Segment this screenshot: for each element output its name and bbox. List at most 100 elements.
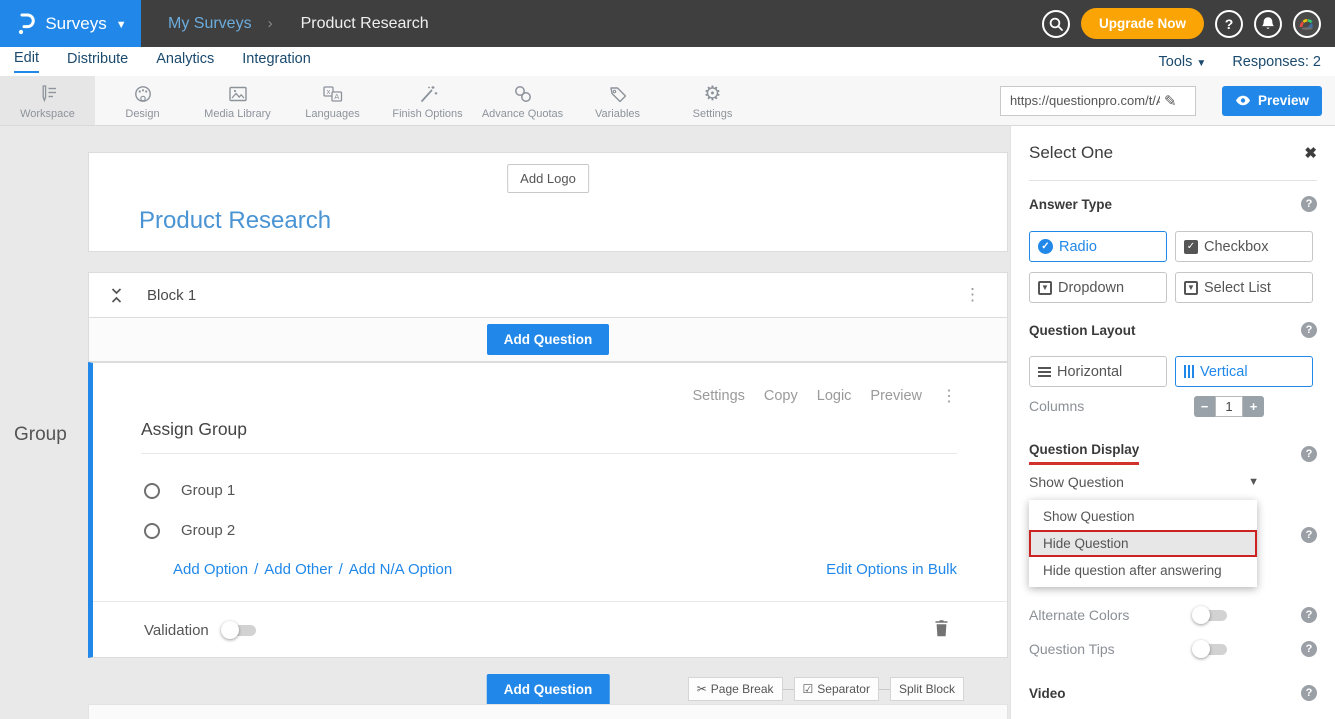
group-side-label: Group [14,424,67,446]
toolbar-item-languages[interactable]: xA Languages [285,76,380,125]
toolbar-label: Design [125,108,159,120]
help-icon[interactable]: ? [1301,607,1317,623]
question-settings-panel: Select One ✖ Answer Type ? ✓ Radio ✓ Che… [1010,126,1335,719]
tab-distribute[interactable]: Distribute [67,51,128,72]
answer-type-checkbox[interactable]: ✓ Checkbox [1175,231,1313,262]
question-settings-link[interactable]: Settings [692,388,744,404]
question-tips-toggle[interactable] [1192,640,1228,658]
help-icon[interactable]: ? [1301,196,1317,212]
edit-options-bulk-link[interactable]: Edit Options in Bulk [826,561,957,578]
close-icon[interactable]: ✖ [1304,144,1317,162]
answer-type-select-list[interactable]: ▼ Select List [1175,272,1313,303]
separator-button[interactable]: ☑ Separator [794,677,879,701]
answer-type-option-label: Checkbox [1204,239,1268,255]
question-display-select[interactable]: Show Question ▼ [1029,474,1259,490]
svg-text:x: x [326,87,330,96]
product-switcher[interactable]: Surveys ▼ [0,0,141,47]
edit-pencil-icon[interactable]: ✎ [1164,92,1177,110]
menu-item-hide-question[interactable]: Hide Question [1029,530,1257,557]
tab-integration[interactable]: Integration [242,51,311,72]
radio-input[interactable] [144,523,160,539]
video-header: Video ? [1029,685,1317,701]
top-bar-actions: Upgrade Now ? [1042,8,1321,39]
survey-url-input[interactable] [1010,93,1160,108]
selected-display-value: Show Question [1029,474,1124,490]
responses-count[interactable]: Responses: 2 [1232,54,1321,70]
block-title[interactable]: Block 1 [147,287,196,304]
toolbar-item-workspace[interactable]: Workspace [0,76,95,125]
question-logic-link[interactable]: Logic [817,388,852,404]
alternate-colors-toggle[interactable] [1192,606,1228,624]
columns-value[interactable]: 1 [1215,396,1243,417]
answer-type-radio[interactable]: ✓ Radio [1029,231,1167,262]
validation-toggle[interactable] [221,621,257,639]
notifications-button[interactable] [1254,10,1282,38]
question-title[interactable]: Assign Group [141,419,247,440]
toolbar-right: ✎ Preview [1000,76,1322,125]
tools-menu[interactable]: Tools ▼ [1159,54,1207,70]
add-question-button[interactable]: Add Question [487,324,610,355]
answer-option-row: Group 2 [144,522,235,539]
question-tips-label: Question Tips [1029,641,1115,657]
plus-button[interactable]: + [1243,396,1264,417]
panel-title: Select One [1029,143,1113,163]
search-button[interactable] [1042,10,1070,38]
layout-horizontal[interactable]: Horizontal [1029,356,1167,387]
add-other-link[interactable]: Add Other [264,561,332,578]
help-icon[interactable]: ? [1301,527,1317,543]
option-label[interactable]: Group 1 [181,482,235,499]
add-logo-button[interactable]: Add Logo [507,164,589,193]
upgrade-now-button[interactable]: Upgrade Now [1081,8,1204,39]
chain-links-icon [512,83,534,105]
page-break-button[interactable]: ✂ Page Break [688,677,783,701]
toolbar-item-variables[interactable]: Variables [570,76,665,125]
question-preview-link[interactable]: Preview [870,388,922,404]
panel-title-row: Select One ✖ [1029,143,1317,163]
radio-input[interactable] [144,483,160,499]
help-icon[interactable]: ? [1301,641,1317,657]
help-icon[interactable]: ? [1301,685,1317,701]
gear-icon: ⚙ [704,83,722,105]
connector-line [879,689,890,690]
preview-button[interactable]: Preview [1222,86,1322,116]
delete-question-button[interactable] [934,619,949,637]
toolbar-item-settings[interactable]: ⚙ Settings [665,76,760,125]
add-na-option-link[interactable]: Add N/A Option [349,561,452,578]
option-label[interactable]: Group 2 [181,522,235,539]
alternate-colors-row: Alternate Colors ? [1029,607,1317,623]
minus-button[interactable]: − [1194,396,1215,417]
help-icon[interactable]: ? [1301,322,1317,338]
scissors-icon: ✂ [697,682,707,696]
add-question-button-bottom[interactable]: Add Question [487,674,610,705]
collapse-block-icon[interactable] [110,287,123,304]
question-copy-link[interactable]: Copy [764,388,798,404]
toolbar-item-advance-quotas[interactable]: Advance Quotas [475,76,570,125]
checkbox-icon: ✓ [1184,240,1198,254]
validation-label: Validation [144,622,209,639]
question-kebab-menu-icon[interactable]: ⋮ [941,386,957,406]
answer-type-header: Answer Type ? [1029,196,1317,212]
toolbar-item-finish-options[interactable]: Finish Options [380,76,475,125]
search-icon [1049,17,1063,31]
section-tab-bar: Edit Distribute Analytics Integration To… [0,47,1335,76]
split-block-button[interactable]: Split Block [890,677,964,701]
answer-type-option-label: Dropdown [1058,280,1124,296]
questionpro-logo-icon [14,12,36,36]
tab-analytics[interactable]: Analytics [156,51,214,72]
toolbar-item-media-library[interactable]: Media Library [190,76,285,125]
block-kebab-menu-icon[interactable]: ⋮ [964,285,981,305]
toolbar-label: Finish Options [392,108,462,120]
toolbar-item-design[interactable]: Design [95,76,190,125]
answer-option-row: Group 1 [144,482,235,499]
tab-edit[interactable]: Edit [14,50,39,73]
help-button[interactable]: ? [1215,10,1243,38]
help-icon[interactable]: ? [1301,446,1317,462]
survey-title[interactable]: Product Research [139,207,331,235]
add-option-link[interactable]: Add Option [173,561,248,578]
avatar[interactable] [1293,10,1321,38]
breadcrumb-my-surveys[interactable]: My Surveys [168,15,252,33]
answer-type-dropdown[interactable]: ▼ Dropdown [1029,272,1167,303]
menu-item-hide-after-answering[interactable]: Hide question after answering [1029,557,1257,584]
layout-vertical[interactable]: Vertical [1175,356,1313,387]
menu-item-show-question[interactable]: Show Question [1029,503,1257,530]
